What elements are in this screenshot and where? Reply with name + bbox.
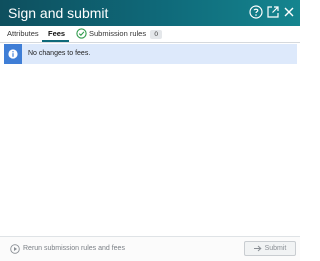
submit-button[interactable]: Submit (244, 241, 296, 256)
sign-and-submit-dialog: Sign and submit Attributes Fees Submissi… (0, 0, 300, 261)
check-circle-icon (76, 28, 87, 39)
arrow-right-icon (253, 245, 262, 252)
tab-submission-rules[interactable]: Submission rules 0 (89, 27, 163, 41)
open-external-icon[interactable] (265, 4, 281, 20)
dialog-title: Sign and submit (8, 5, 109, 21)
info-banner: No changes to fees. (4, 44, 297, 64)
info-icon (4, 44, 22, 64)
close-icon[interactable] (281, 4, 297, 20)
help-icon[interactable] (248, 4, 264, 20)
rerun-rules-and-fees-link[interactable]: Rerun submission rules and fees (23, 243, 125, 255)
play-circle-icon[interactable] (10, 244, 20, 254)
submission-rules-count-badge: 0 (150, 30, 163, 39)
tab-fees[interactable]: Fees (48, 27, 65, 41)
submit-button-label: Submit (264, 245, 287, 252)
dialog-titlebar: Sign and submit (0, 0, 300, 26)
dialog-footer: Rerun submission rules and fees Submit (0, 236, 300, 261)
tab-submission-rules-label: Submission rules (89, 29, 147, 38)
tab-attributes-label: Attributes (7, 29, 39, 38)
tab-attributes[interactable]: Attributes (7, 27, 39, 41)
active-tab-indicator (42, 40, 69, 42)
info-message: No changes to fees. (28, 50, 91, 57)
tab-fees-label: Fees (48, 29, 66, 38)
